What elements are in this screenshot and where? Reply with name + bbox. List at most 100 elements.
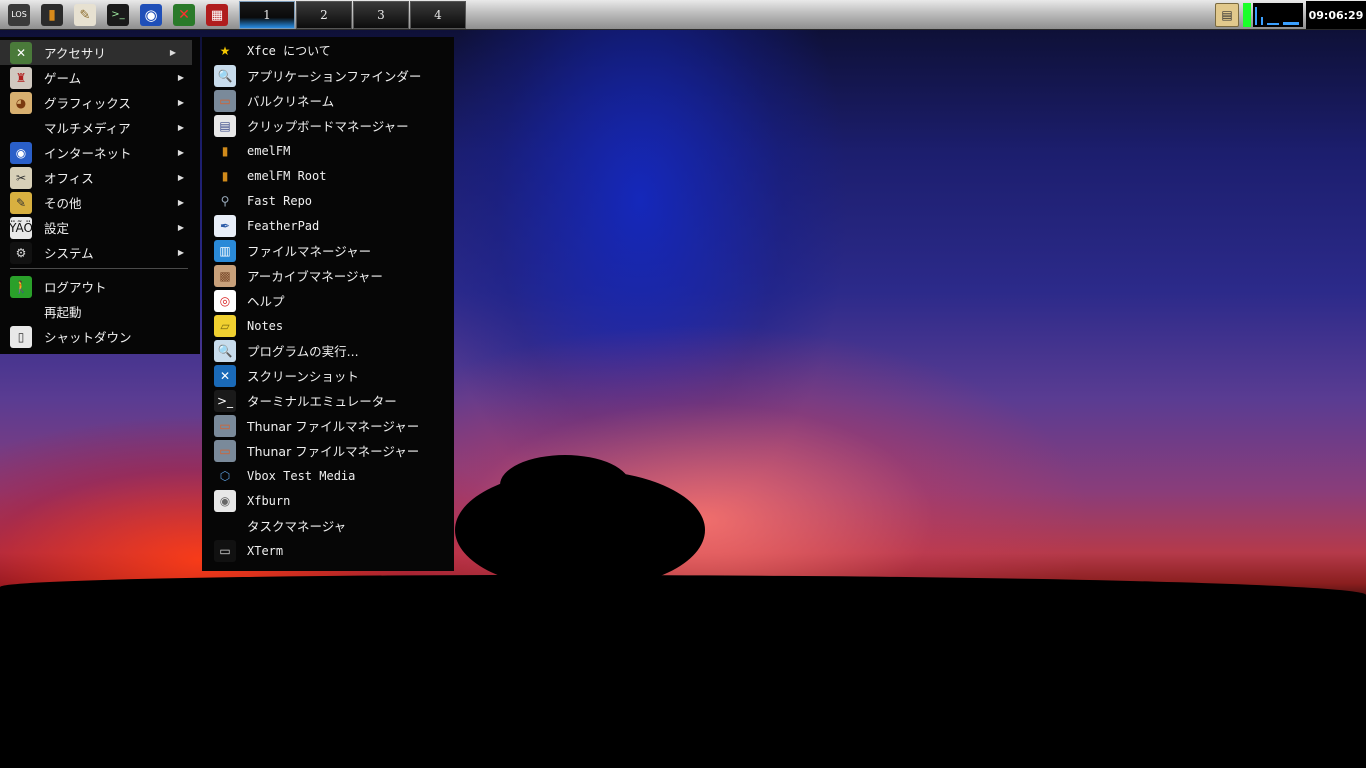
menu-item-xterm[interactable]: ▭ XTerm (202, 538, 454, 563)
menu-item-label: Notes (247, 318, 284, 333)
file-manager-launcher[interactable]: ▮ (37, 2, 67, 28)
menu-item-label: システム (44, 246, 94, 261)
menu-item-label: emelFM (247, 143, 291, 158)
menu-item-archive[interactable]: ▩ アーカイブマネージャー (202, 263, 454, 288)
menu-item-other[interactable]: ✎ その他 ▶ (0, 190, 200, 215)
menu-item-label: タスクマネージャ (247, 519, 347, 534)
menu-item-feather[interactable]: ✒ FeatherPad (202, 213, 454, 238)
accessories-submenu: ★ Xfce について 🔍 アプリケーションファインダー ▭ バルクリネーム ▤ クリップボー… (202, 37, 454, 571)
menu-item-label: ヘルプ (247, 294, 285, 309)
workspace-3-button[interactable]: 3 (353, 1, 409, 29)
search-icon: ⚲ (220, 193, 230, 208)
menu-item-lifebuoy-help[interactable]: ◎ ヘルプ (202, 288, 454, 313)
empty-icon-slot (10, 301, 32, 323)
submenu-arrow-icon: ▶ (177, 98, 184, 107)
menu-item-label: emelFM Root (247, 168, 327, 183)
other-icon: ✎ (10, 191, 32, 214)
shutdown-icon: ▯ (10, 325, 32, 348)
menu-item-disc-burn[interactable]: ◉ Xfburn (202, 488, 454, 513)
terminal-launcher[interactable]: >_ (103, 2, 133, 28)
menu-item-system-gear[interactable]: ⚙ システム ▶ (0, 240, 200, 265)
settings-icon: ŸÃÖ (9, 216, 33, 239)
menu-item-file-manager[interactable]: ▥ ファイルマネージャー (202, 238, 454, 263)
menu-item-logout[interactable]: 🚶 ログアウト (0, 274, 200, 299)
office-icon: ✂ (10, 166, 32, 189)
menu-item-label: グラフィックス (44, 96, 131, 111)
submenu-arrow-icon: ▶ (177, 173, 184, 182)
menu-item-item[interactable]: マルチメディア ▶ (0, 115, 200, 140)
graphics-icon: ◕ (10, 91, 32, 114)
menu-item-office[interactable]: ✂ オフィス ▶ (0, 165, 200, 190)
menu-item-internet[interactable]: ◉ インターネット ▶ (0, 140, 200, 165)
accessories-icon: ✕ (10, 41, 32, 64)
clipboard-icon: ▤ (214, 114, 236, 137)
menu-item-thunar-root[interactable]: ▭ Thunar ファイルマネージャー (202, 438, 454, 463)
menu-item-label: アクセサリ (44, 46, 106, 61)
menu-item-emelfm[interactable]: ▮ emelFM (202, 138, 454, 163)
web-browser-launcher[interactable]: ◉ (136, 2, 166, 28)
menu-item-label: クリップボードマネージャー (247, 119, 409, 134)
menu-item-label: Xfburn (247, 493, 291, 508)
menu-item-label: シャットダウン (44, 330, 132, 345)
empty-icon-slot (10, 117, 32, 139)
tools-launcher[interactable]: ✕ (169, 2, 199, 28)
run-program-icon: 🔍 (214, 339, 236, 362)
emelfm-root-icon: ▮ (221, 168, 229, 183)
menu-item-virtualbox-cube[interactable]: ⬡ Vbox Test Media (202, 463, 454, 488)
software-installer-launcher[interactable]: ▦ (202, 2, 232, 28)
menu-item-terminal[interactable]: >_ ターミナルエミュレーター (202, 388, 454, 413)
menu-item-screenshot[interactable]: ✕ スクリーンショット (202, 363, 454, 388)
menu-item-label: プログラムの実行... (247, 344, 359, 359)
menu-item-label: マルチメディア (44, 121, 131, 136)
app-menu-launcher[interactable]: LOS (4, 2, 34, 28)
menu-item-label: FeatherPad (247, 218, 320, 233)
lifebuoy-help-icon: ◎ (214, 289, 236, 312)
app-menu-icon: LOS (8, 4, 30, 26)
workspace-2-button[interactable]: 2 (296, 1, 352, 29)
menu-item-star[interactable]: ★ Xfce について (202, 38, 454, 63)
workspace-1-button[interactable]: 1 (239, 1, 295, 29)
file-manager-icon: ▥ (214, 239, 236, 262)
clock[interactable]: 09:06:29 (1306, 1, 1366, 29)
logout-icon: 🚶 (10, 275, 32, 298)
menu-item-item[interactable]: 再起動 (0, 299, 200, 324)
submenu-arrow-icon: ▶ (169, 48, 176, 57)
menu-item-magnifier[interactable]: 🔍 アプリケーションファインダー (202, 63, 454, 88)
submenu-arrow-icon: ▶ (177, 223, 184, 232)
applications-menu: ✕ アクセサリ ▶ ♜ ゲーム ▶ ◕ グラフィックス ▶ マルチメディア ▶ ◉ インターネット ▶ ✂ オ… (0, 37, 200, 354)
menu-item-games[interactable]: ♜ ゲーム ▶ (0, 65, 200, 90)
thunar-root-icon: ▭ (214, 439, 236, 462)
menu-item-label: アプリケーションファインダー (247, 69, 422, 84)
system-tray: ▤ 09:06:29 (1215, 1, 1366, 29)
menu-item-label: オフィス (44, 171, 94, 186)
menu-separator (10, 268, 188, 269)
menu-item-bulk-rename[interactable]: ▭ バルクリネーム (202, 88, 454, 113)
menu-item-search[interactable]: ⚲ Fast Repo (202, 188, 454, 213)
submenu-arrow-icon: ▶ (177, 148, 184, 157)
submenu-arrow-icon: ▶ (177, 198, 184, 207)
text-editor-launcher[interactable]: ✎ (70, 2, 100, 28)
archive-icon: ▩ (214, 264, 236, 287)
bulk-rename-icon: ▭ (214, 89, 236, 112)
menu-item-settings[interactable]: ŸÃÖ 設定 ▶ (0, 215, 200, 240)
submenu-arrow-icon: ▶ (177, 73, 184, 82)
workspace-4-button[interactable]: 4 (410, 1, 466, 29)
terminal-icon: >_ (107, 4, 129, 26)
menu-item-label: Fast Repo (247, 193, 313, 208)
menu-item-emelfm-root[interactable]: ▮ emelFM Root (202, 163, 454, 188)
menu-item-graphics[interactable]: ◕ グラフィックス ▶ (0, 90, 200, 115)
menu-item-run-program[interactable]: 🔍 プログラムの実行... (202, 338, 454, 363)
menu-item-label: Thunar ファイルマネージャー (247, 444, 420, 459)
menu-item-notes[interactable]: ▱ Notes (202, 313, 454, 338)
magnifier-icon: 🔍 (214, 64, 236, 87)
menu-item-clipboard[interactable]: ▤ クリップボードマネージャー (202, 113, 454, 138)
menu-item-shutdown[interactable]: ▯ シャットダウン (0, 324, 200, 349)
menu-item-accessories[interactable]: ✕ アクセサリ ▶ (0, 40, 192, 65)
file-manager-icon: ▮ (41, 4, 63, 26)
clipboard-icon[interactable]: ▤ (1215, 3, 1239, 27)
menu-item-label: インターネット (44, 146, 132, 161)
menu-item-item[interactable]: タスクマネージャ (202, 513, 454, 538)
terminal-icon: >_ (214, 389, 236, 412)
internet-icon: ◉ (10, 141, 32, 164)
menu-item-thunar[interactable]: ▭ Thunar ファイルマネージャー (202, 413, 454, 438)
